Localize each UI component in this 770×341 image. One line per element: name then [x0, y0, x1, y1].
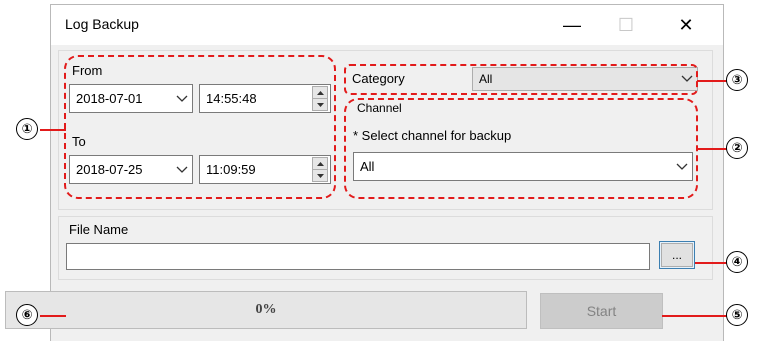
- start-button[interactable]: Start: [540, 293, 663, 329]
- callout-marker-1: ①: [16, 118, 38, 140]
- callout-leader-4: [695, 262, 727, 264]
- callout-leader-6: [40, 315, 66, 317]
- file-name-label: File Name: [69, 222, 129, 237]
- callout-marker-4: ④: [726, 251, 748, 273]
- callout-leader-5: [662, 315, 727, 317]
- callout-box-date-range: [64, 55, 336, 199]
- backup-progress-bar: 0%: [5, 291, 527, 329]
- callout-leader-3: [697, 80, 727, 82]
- browse-button[interactable]: ...: [661, 243, 693, 267]
- file-name-input[interactable]: [66, 243, 650, 270]
- minimize-icon: —: [563, 14, 581, 35]
- callout-marker-5: ⑤: [726, 304, 748, 326]
- minimize-button[interactable]: —: [549, 5, 595, 45]
- progress-text: 0%: [255, 302, 277, 317]
- close-button[interactable]: ✕: [663, 5, 709, 45]
- callout-box-category: [344, 64, 698, 95]
- maximize-icon: ☐: [617, 14, 635, 35]
- close-icon: ✕: [678, 14, 694, 35]
- callout-box-channel: [344, 98, 698, 199]
- callout-leader-1: [40, 129, 66, 131]
- callout-marker-6: ⑥: [16, 304, 38, 326]
- start-label: Start: [586, 303, 617, 319]
- callout-marker-2: ②: [726, 137, 748, 159]
- maximize-button[interactable]: ☐: [603, 5, 649, 45]
- callout-leader-2: [697, 148, 727, 150]
- browse-label: ...: [671, 248, 682, 262]
- title-bar: Log Backup — ☐ ✕: [51, 5, 723, 45]
- window-title: Log Backup: [65, 16, 139, 32]
- callout-marker-3: ③: [726, 69, 748, 91]
